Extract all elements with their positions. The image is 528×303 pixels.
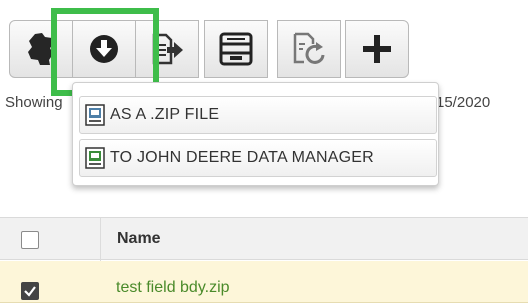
- file-name-link[interactable]: test field bdy.zip: [116, 279, 230, 297]
- download-menu: AS A .ZIP FILE TO JOHN DEERE DATA MANAGE…: [72, 82, 439, 186]
- showing-text: Showing: [5, 94, 63, 111]
- zip-file-icon: [85, 104, 105, 126]
- menu-item-label: TO JOHN DEERE DATA MANAGER: [110, 149, 374, 166]
- data-manager-icon: [85, 147, 105, 169]
- export-icon: [152, 33, 183, 65]
- check-icon: [24, 286, 36, 297]
- menu-item-label: AS A .ZIP FILE: [110, 106, 220, 123]
- map-boundary-button[interactable]: [9, 20, 73, 78]
- export-button[interactable]: [135, 20, 199, 78]
- column-header-name[interactable]: Name: [117, 230, 161, 248]
- plus-icon: [363, 35, 391, 63]
- archive-button[interactable]: [204, 20, 268, 78]
- refresh-document-icon: [293, 32, 325, 64]
- map-boundary-icon: [28, 33, 54, 65]
- add-button[interactable]: [345, 20, 409, 78]
- row-checkbox[interactable]: [21, 282, 39, 300]
- toolbar: [9, 20, 409, 78]
- menu-item-john-deere[interactable]: TO JOHN DEERE DATA MANAGER: [79, 139, 437, 177]
- download-button[interactable]: [72, 20, 136, 78]
- select-all-checkbox[interactable]: [21, 231, 39, 249]
- menu-item-zip-file[interactable]: AS A .ZIP FILE: [79, 96, 437, 134]
- refresh-button[interactable]: [277, 20, 341, 78]
- table-header: Name: [0, 217, 528, 261]
- download-icon: [90, 35, 118, 63]
- date-text: 15/2020: [436, 94, 491, 111]
- table-row[interactable]: test field bdy.zip: [0, 261, 528, 303]
- column-divider: [100, 218, 101, 261]
- archive-icon: [219, 32, 253, 66]
